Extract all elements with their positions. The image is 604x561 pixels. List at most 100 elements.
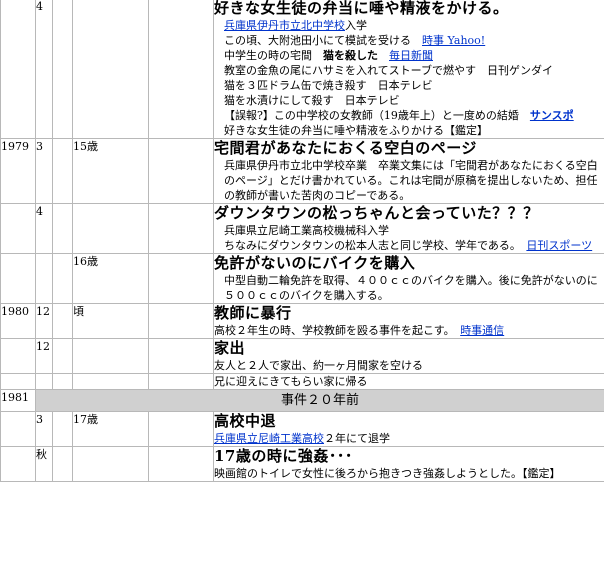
event-content: 宅間君があなたにおくる空白のページ 兵庫県伊丹市立北中学校卒業 卒業文集には「宅間… [213, 138, 604, 204]
month-cell: 秋 [35, 446, 53, 482]
day-cell [52, 411, 73, 447]
event-detail-line: 猫を３匹ドラム缶で焼き殺す 日本テレビ [215, 78, 604, 93]
day-cell [52, 253, 73, 304]
detail-text [378, 49, 389, 62]
year-cell [0, 203, 36, 254]
detail-text: 兵庫県立尼崎工業高校機械科入学 [224, 224, 389, 237]
event-content: 好きな女生徒の弁当に唾や精液をかける。 兵庫県伊丹市立北中学校入学 この頃、大附池田… [213, 0, 604, 139]
age-cell: 頃 [72, 303, 149, 339]
detail-text: ちなみにダウンタウンの松本人志と同じ学校、学年である。 [224, 239, 527, 252]
detail-text: 兵庫県伊丹市立北中学校卒業 卒業文集には「宅間君があなたにおくる空白のページ」と… [224, 159, 598, 202]
source-link[interactable]: 毎日新聞 [389, 49, 433, 62]
event-detail-line: 兵庫県立尼崎工業高校機械科入学 [215, 223, 604, 238]
year-cell [0, 0, 36, 139]
event-title: 好きな女生徒の弁当に唾や精液をかける。 [214, 0, 509, 17]
year-cell: 1980 [0, 303, 36, 339]
source-link[interactable]: 兵庫県立尼崎工業高校 [215, 432, 325, 445]
source-link[interactable]: 兵庫県伊丹市立北中学校 [224, 19, 345, 32]
timeline-row-downtown: 4 ダウンタウンの松っちゃんと会っていた？？？ 兵庫県立尼崎工業高校機械科入学 ちなみ… [0, 203, 604, 254]
timeline-row-teacher-violence: 1980 12 頃 教師に暴行 高校２年生の時、学校教師を殴る事件を起こす。 時事通信 [0, 303, 604, 339]
blank-cell [148, 303, 214, 339]
age-cell: 16歳 [72, 253, 149, 304]
event-title: ダウンタウンの松っちゃんと会っていた？？？ [214, 204, 539, 223]
blank-cell [148, 253, 214, 304]
event-content: 家出 友人と２人で家出、約一ヶ月間家を空ける [213, 338, 604, 374]
event-detail-line: 兵庫県立尼崎工業高校２年にて退学 [215, 431, 604, 446]
blank-cell [148, 446, 214, 482]
timeline-table: 4 好きな女生徒の弁当に唾や精液をかける。 兵庫県伊丹市立北中学校入学 この頃、大附池… [0, 0, 604, 482]
event-content: 17歳の時に強姦･･･ 映画館のトイレで女性に後ろから抱きつき強姦しようとした。【… [213, 446, 604, 482]
month-cell: 3 [35, 411, 53, 447]
month-cell: 12 [35, 303, 53, 339]
detail-text: 好きな女生徒の弁当に唾や精液をふりかける【鑑定】 [224, 124, 488, 137]
day-cell [52, 303, 73, 339]
detail-text: 猫を水漬けにして殺す 日本テレビ [224, 94, 400, 107]
event-content: ダウンタウンの松っちゃんと会っていた？？？ 兵庫県立尼崎工業高校機械科入学 ちなみに… [213, 203, 604, 254]
source-link[interactable]: サンスポ [530, 109, 574, 122]
blank-cell [148, 338, 214, 374]
age-cell [72, 446, 149, 482]
year-separator-row: 1981 事件２０年前 [0, 389, 604, 412]
detail-text: 【誤報?】この中学校の女教師（19歳年上）と一度めの結婚 [224, 109, 530, 122]
detail-text: 猫を殺した [323, 49, 378, 62]
event-title: 免許がないのにバイクを購入 [214, 254, 416, 273]
timeline-row-dropout: 3 17歳 高校中退 兵庫県立尼崎工業高校２年にて退学 [0, 411, 604, 447]
timeline-row-blank-page: 1979 3 15歳 宅間君があなたにおくる空白のページ 兵庫県伊丹市立北中学校卒業 卒… [0, 138, 604, 204]
event-detail-line: 映画館のトイレで女性に後ろから抱きつき強姦しようとした。【鑑定】 [214, 466, 604, 481]
event-content: 兄に迎えにきてもらい家に帰る [213, 373, 604, 390]
detail-text: ２年にて退学 [324, 432, 390, 445]
age-cell: 17歳 [72, 411, 149, 447]
event-detail-line: 好きな女生徒の弁当に唾や精液をふりかける【鑑定】 [215, 123, 604, 138]
source-link[interactable]: 時事通信 [460, 324, 504, 337]
age-cell [72, 0, 149, 139]
year-cell [0, 253, 36, 304]
event-detail-line: 教室の金魚の尾にハサミを入れてストーブで燃やす 日刊ゲンダイ [215, 63, 604, 78]
detail-text: 入学 [345, 19, 367, 32]
age-cell [72, 373, 149, 390]
detail-text: 高校２年生の時、学校教師を殴る事件を起こす。 [214, 324, 461, 337]
event-detail-line: 兄に迎えにきてもらい家に帰る [214, 375, 604, 389]
month-cell: 4 [35, 203, 53, 254]
detail-text: この頃、大附池田小にて模試を受ける [224, 34, 422, 47]
month-cell [35, 373, 53, 390]
event-detail-line: 中型自動二輪免許を取得、４００ｃｃのバイクを購入。後に免許がないのに５００ｃｃの… [215, 273, 604, 303]
source-link[interactable]: 日刊スポーツ [526, 239, 592, 252]
day-cell [52, 203, 73, 254]
day-cell [52, 138, 73, 204]
event-detail-line: この頃、大附池田小にて模試を受ける 時事 Yahoo! [215, 33, 604, 48]
year-cell [0, 411, 36, 447]
detail-text: 友人と２人で家出、約一ヶ月間家を空ける [214, 359, 424, 372]
timeline-row-assault: 秋 17歳の時に強姦･･･ 映画館のトイレで女性に後ろから抱きつき強姦しようとした。… [0, 446, 604, 482]
timeline-row-brought-home: 兄に迎えにきてもらい家に帰る [0, 373, 604, 390]
blank-cell [148, 203, 214, 254]
day-cell [52, 338, 73, 374]
event-detail-line: 【誤報?】この中学校の女教師（19歳年上）と一度めの結婚 サンスポ [215, 108, 604, 123]
timeline-row-bike: 16歳 免許がないのにバイクを購入 中型自動二輪免許を取得、４００ｃｃのバイクを購入… [0, 253, 604, 304]
separator-label: 事件２０年前 [35, 389, 604, 412]
event-detail-line: 高校２年生の時、学校教師を殴る事件を起こす。 時事通信 [214, 323, 604, 338]
separator-year-cell: 1981 [0, 389, 36, 412]
event-content: 教師に暴行 高校２年生の時、学校教師を殴る事件を起こす。 時事通信 [213, 303, 604, 339]
event-title: 17歳の時に強姦･･･ [214, 447, 353, 466]
detail-text: 映画館のトイレで女性に後ろから抱きつき強姦しようとした。【鑑定】 [214, 467, 561, 480]
event-content: 高校中退 兵庫県立尼崎工業高校２年にて退学 [213, 411, 604, 447]
timeline-row-runaway: 12 家出 友人と２人で家出、約一ヶ月間家を空ける [0, 338, 604, 374]
month-cell [35, 253, 53, 304]
day-cell [52, 0, 73, 139]
year-cell [0, 338, 36, 374]
timeline-row-spit: 4 好きな女生徒の弁当に唾や精液をかける。 兵庫県伊丹市立北中学校入学 この頃、大附池… [0, 0, 604, 139]
event-detail-line: 猫を水漬けにして殺す 日本テレビ [215, 93, 604, 108]
event-detail-line: 中学生の時の宅間 猫を殺した 毎日新聞 [215, 48, 604, 63]
detail-text: 猫を３匹ドラム缶で焼き殺す 日本テレビ [224, 79, 433, 92]
month-cell: 3 [35, 138, 53, 204]
age-cell: 15歳 [72, 138, 149, 204]
event-title: 教師に暴行 [214, 304, 292, 323]
detail-text: 中学生の時の宅間 [224, 49, 323, 62]
event-detail-line: 友人と２人で家出、約一ヶ月間家を空ける [214, 358, 604, 373]
event-detail-line: ちなみにダウンタウンの松本人志と同じ学校、学年である。 日刊スポーツ [215, 238, 604, 253]
event-detail-line: 兵庫県伊丹市立北中学校卒業 卒業文集には「宅間君があなたにおくる空白のページ」と… [215, 158, 604, 203]
detail-text: 兄に迎えにきてもらい家に帰る [214, 375, 368, 388]
blank-cell [148, 138, 214, 204]
source-link[interactable]: 時事 Yahoo! [422, 34, 485, 47]
day-cell [52, 446, 73, 482]
